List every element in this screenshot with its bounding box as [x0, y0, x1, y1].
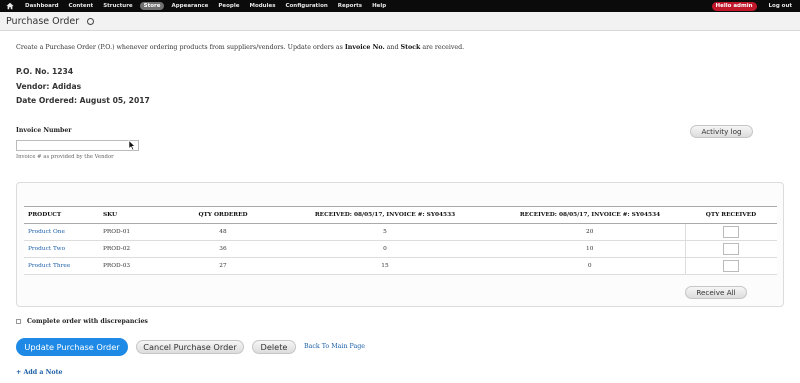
col-header-received-2: RECEIVED: 08/05/17, INVOICE #: SY04534 [495, 206, 685, 224]
mouse-cursor-icon [128, 140, 136, 151]
toolbar-item-help[interactable]: Help [367, 0, 391, 12]
product-link[interactable]: Product One [24, 223, 99, 241]
received-2-cell: 0 [495, 257, 685, 275]
table-row: Product One PROD-01 48 5 20 [24, 223, 777, 241]
receive-all-button[interactable]: Receive All [685, 286, 747, 299]
received-1-cell: 5 [275, 223, 495, 241]
toolbar-menu: Dashboard Content Structure Store Appear… [20, 0, 391, 12]
received-1-cell: 0 [275, 240, 495, 258]
update-purchase-order-button[interactable]: Update Purchase Order [16, 338, 128, 356]
delete-button[interactable]: Delete [252, 340, 296, 354]
home-icon-glyph [6, 2, 14, 10]
add-note-link[interactable]: + Add a Note [16, 369, 63, 376]
sku-cell: PROD-01 [99, 223, 171, 241]
toolbar-item-content[interactable]: Content [64, 0, 99, 12]
intro-text-mid: and [384, 44, 401, 51]
sku-cell: PROD-03 [99, 257, 171, 275]
toolbar-item-reports[interactable]: Reports [333, 0, 367, 12]
qty-received-cell [684, 257, 777, 275]
qty-received-cell [684, 240, 777, 258]
qty-received-cell [684, 223, 777, 241]
po-vendor: Vendor: Adidas [16, 82, 82, 91]
back-to-main-page-link[interactable]: Back To Main Page [304, 343, 365, 350]
discrepancy-row: Complete order with discrepancies [16, 318, 148, 325]
toolbar-item-people[interactable]: People [213, 0, 244, 12]
star-icon[interactable] [87, 17, 95, 25]
discrepancy-label[interactable]: Complete order with discrepancies [27, 318, 148, 325]
intro-text-before: Create a Purchase Order (P.O.) whenever … [16, 44, 345, 51]
po-date: Date Ordered: August 05, 2017 [16, 96, 150, 105]
toolbar-item-structure[interactable]: Structure [98, 0, 137, 12]
intro-text: Create a Purchase Order (P.O.) whenever … [16, 44, 464, 51]
toolbar-item-configuration[interactable]: Configuration [280, 0, 332, 12]
sku-cell: PROD-02 [99, 240, 171, 258]
product-link[interactable]: Product Two [24, 240, 99, 258]
po-number: P.O. No. 1234 [16, 67, 74, 76]
home-icon[interactable] [3, 0, 17, 12]
col-header-qty-received: QTY RECEIVED [685, 206, 777, 224]
intro-text-after: are received. [420, 44, 465, 51]
qty-ordered-cell: 48 [171, 223, 275, 241]
intro-bold-invoice: Invoice No. [344, 44, 385, 51]
invoice-number-label: Invoice Number [16, 127, 72, 134]
qty-received-input[interactable] [723, 226, 740, 238]
toolbar-user-area: Hello admin Log out [711, 1, 800, 11]
col-header-received-1: RECEIVED: 08/05/17, INVOICE #: SY04533 [275, 206, 495, 224]
qty-ordered-cell: 27 [171, 257, 275, 275]
table-header-row: PRODUCT SKU QTY ORDERED RECEIVED: 08/05/… [24, 206, 777, 224]
qty-ordered-cell: 36 [171, 240, 275, 258]
products-table: PRODUCT SKU QTY ORDERED RECEIVED: 08/05/… [24, 206, 777, 275]
product-link[interactable]: Product Three [24, 257, 99, 275]
logout-link[interactable]: Log out [769, 3, 792, 9]
invoice-number-input[interactable] [16, 140, 139, 151]
user-menu-button[interactable]: Hello admin [711, 1, 757, 11]
received-1-cell: 15 [275, 257, 495, 275]
admin-toolbar: Dashboard Content Structure Store Appear… [0, 0, 800, 12]
received-2-cell: 20 [495, 223, 685, 241]
intro-bold-stock: Stock [400, 44, 421, 51]
page-header: Purchase Order [0, 12, 800, 31]
page-title: Purchase Order [6, 15, 80, 27]
discrepancy-checkbox[interactable] [16, 319, 21, 324]
cancel-purchase-order-button[interactable]: Cancel Purchase Order [136, 340, 244, 354]
toolbar-item-appearance[interactable]: Appearance [166, 0, 213, 12]
qty-received-input[interactable] [723, 243, 740, 255]
qty-received-input[interactable] [723, 260, 740, 272]
col-header-product: PRODUCT [24, 206, 99, 224]
invoice-number-help: Invoice # as provided by the Vendor [16, 154, 114, 160]
col-header-qty-ordered: QTY ORDERED [171, 206, 275, 224]
col-header-sku: SKU [99, 206, 171, 224]
toolbar-item-store[interactable]: Store [139, 2, 165, 10]
received-2-cell: 10 [495, 240, 685, 258]
toolbar-item-modules[interactable]: Modules [244, 0, 280, 12]
activity-log-button[interactable]: Activity log [690, 125, 753, 138]
table-row: Product Three PROD-03 27 15 0 [24, 257, 777, 275]
table-row: Product Two PROD-02 36 0 10 [24, 240, 777, 258]
toolbar-item-dashboard[interactable]: Dashboard [20, 0, 64, 12]
